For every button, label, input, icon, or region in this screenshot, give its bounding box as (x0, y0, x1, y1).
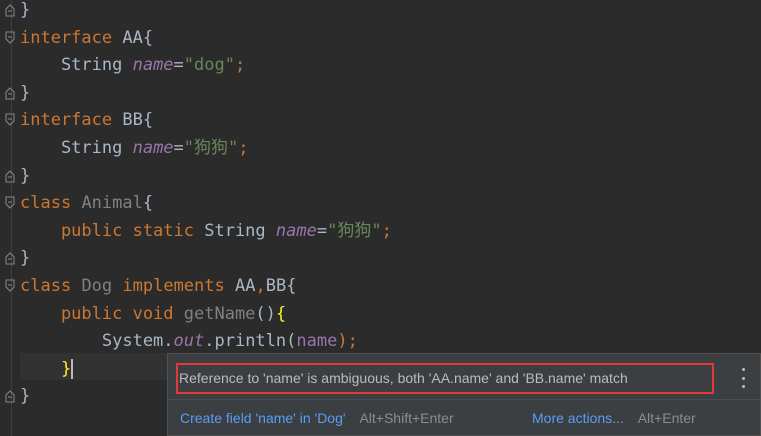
code-line[interactable]: public static String name="狗狗"; (20, 218, 392, 245)
create-field-action[interactable]: Create field 'name' in 'Dog' Alt+Shift+E… (180, 410, 454, 426)
code-token: String (20, 55, 133, 76)
code-token: Animal (81, 193, 143, 214)
code-line[interactable]: } (20, 245, 30, 272)
code-token: name (132, 55, 174, 76)
code-line[interactable]: class Animal{ (20, 190, 153, 217)
code-line[interactable]: } (20, 163, 30, 190)
fold-marker-icon[interactable] (5, 168, 15, 184)
more-actions[interactable]: More actions... Alt+Enter (532, 410, 696, 426)
code-line[interactable]: interface AA{ (20, 25, 153, 52)
code-token: } (20, 0, 31, 20)
code-token: } (20, 386, 31, 407)
code-token: getName (183, 303, 256, 324)
code-line[interactable]: System.out.println(name); (20, 328, 358, 355)
code-line[interactable]: } (20, 383, 30, 410)
code-token: String (204, 220, 276, 241)
editor-gutter (0, 0, 20, 436)
gutter-guide (11, 0, 12, 436)
error-message: Reference to 'name' is ambiguous, both '… (179, 370, 628, 386)
code-token: name (296, 331, 338, 352)
code-token: class (20, 276, 72, 296)
more-actions-label[interactable]: More actions... (532, 410, 624, 426)
code-token: { (275, 303, 287, 324)
code-token: ; (238, 138, 249, 158)
code-token: .println( (204, 331, 297, 352)
code-token: Dog (81, 276, 113, 296)
code-line[interactable]: } (20, 0, 30, 24)
fold-marker-icon[interactable] (5, 250, 15, 266)
code-line[interactable]: String name="dog"; (20, 52, 245, 79)
code-token: BB{ (265, 276, 297, 296)
code-token: () (255, 303, 276, 324)
code-token: "狗狗" (327, 220, 382, 241)
code-line[interactable]: class Dog implements AA,BB{ (20, 273, 296, 300)
code-token: = (173, 138, 184, 158)
text-cursor (71, 358, 74, 379)
code-token: implements (112, 276, 235, 296)
code-token: ); (337, 331, 358, 352)
code-token: } (20, 165, 31, 186)
code-token: "狗狗" (183, 138, 239, 158)
code-line[interactable]: } (20, 356, 74, 383)
code-token: { (142, 193, 154, 214)
create-field-label[interactable]: Create field 'name' in 'Dog' (180, 410, 346, 426)
fold-marker-icon[interactable] (5, 278, 15, 294)
code-token: interface (20, 110, 113, 131)
code-token: System. (20, 331, 174, 352)
code-token: out (173, 331, 205, 352)
code-line[interactable]: } (20, 80, 30, 107)
code-token: public void (20, 303, 184, 324)
code-token: public static (20, 220, 205, 241)
code-token: "dog" (183, 55, 235, 76)
fold-marker-icon[interactable] (5, 30, 15, 46)
more-vertical-icon[interactable] (740, 368, 746, 388)
popup-divider (168, 399, 760, 400)
code-token: String (20, 138, 133, 158)
fold-marker-icon[interactable] (5, 2, 15, 18)
fold-marker-icon[interactable] (5, 195, 15, 211)
code-token: interface (20, 27, 113, 48)
code-token: = (316, 220, 328, 241)
code-token: BB{ (112, 110, 154, 131)
code-token: name (132, 138, 174, 158)
code-token: , (255, 276, 266, 296)
code-token: class (20, 193, 72, 214)
more-actions-shortcut: Alt+Enter (637, 410, 696, 426)
code-line[interactable]: interface BB{ (20, 107, 153, 134)
code-token: ; (234, 55, 246, 76)
fold-marker-icon[interactable] (5, 85, 15, 101)
code-line[interactable]: public void getName(){ (20, 301, 286, 328)
fold-marker-icon[interactable] (5, 112, 15, 128)
fold-marker-icon[interactable] (5, 388, 15, 404)
code-token: AA (234, 276, 256, 296)
code-token: } (60, 358, 72, 379)
code-token: } (20, 248, 31, 269)
create-field-shortcut: Alt+Shift+Enter (359, 410, 454, 426)
code-line[interactable]: String name="狗狗"; (20, 135, 249, 162)
intention-popup: Reference to 'name' is ambiguous, both '… (167, 353, 761, 436)
code-token: = (173, 55, 184, 76)
code-token: AA{ (112, 27, 154, 48)
code-token: name (275, 220, 317, 241)
code-token: ; (381, 220, 392, 241)
code-token: } (20, 82, 31, 103)
